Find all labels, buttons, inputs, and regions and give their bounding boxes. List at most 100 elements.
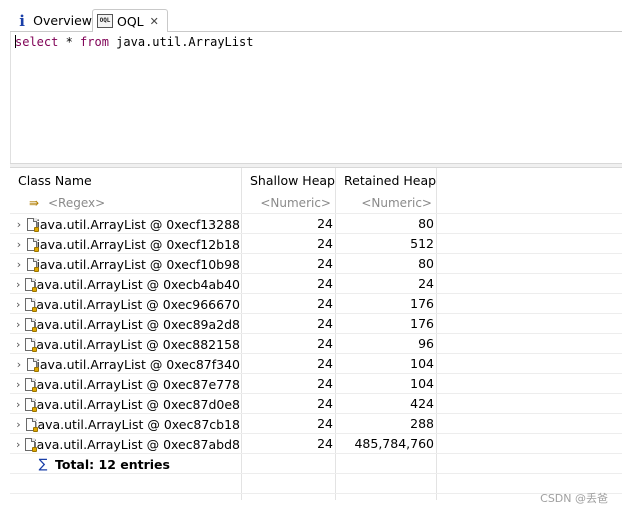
retained-heap-cell: 104 <box>410 356 434 371</box>
retained-heap-cell: 24 <box>418 276 434 291</box>
empty-row <box>10 473 622 493</box>
class-name-cell: java.util.ArrayList @ 0xecf10b98 <box>36 256 240 272</box>
class-name-cell: java.util.ArrayList @ 0xecf13288 <box>36 216 240 232</box>
expand-chevron-icon[interactable]: › <box>16 415 21 434</box>
shallow-heap-cell: 24 <box>317 256 333 271</box>
table-row[interactable]: › java.util.ArrayList @ 0xec87f340 24 104 <box>10 353 622 373</box>
expand-chevron-icon[interactable]: › <box>16 375 20 394</box>
shallow-heap-cell: 24 <box>317 396 333 411</box>
expand-chevron-icon[interactable]: › <box>16 335 20 354</box>
object-instance-icon <box>25 417 38 432</box>
object-instance-icon <box>26 217 39 232</box>
object-instance-icon <box>24 377 38 392</box>
shallow-heap-cell: 24 <box>317 436 333 451</box>
tab-oql-label: OQL <box>117 13 144 29</box>
retained-heap-cell: 424 <box>410 396 434 411</box>
query-fragment: * <box>58 35 81 49</box>
expand-chevron-icon[interactable]: › <box>16 235 22 254</box>
class-name-cell: java.util.ArrayList @ 0xec966670 <box>32 296 240 312</box>
sum-icon: ∑ <box>38 456 48 472</box>
column-header-class-name[interactable]: Class Name <box>18 168 92 193</box>
expand-chevron-icon[interactable]: › <box>16 275 20 294</box>
shallow-heap-cell: 24 <box>317 416 333 431</box>
total-label: Total: 12 entries <box>55 456 170 472</box>
expand-chevron-icon[interactable]: › <box>16 215 22 234</box>
table-row[interactable]: › java.util.ArrayList @ 0xec87cb18 24 288 <box>10 413 622 433</box>
watermark: CSDN @丢爸 <box>540 492 608 505</box>
table-row[interactable]: › java.util.ArrayList @ 0xec882158 24 96 <box>10 333 622 353</box>
class-name-cell: java.util.ArrayList @ 0xec87abd8 <box>33 436 240 452</box>
expand-chevron-icon[interactable]: › <box>16 295 20 314</box>
retained-heap-cell: 80 <box>418 216 434 231</box>
shallow-heap-cell: 24 <box>317 336 333 351</box>
object-instance-icon <box>24 397 38 412</box>
retained-heap-cell: 80 <box>418 256 434 271</box>
class-name-cell: java.util.ArrayList @ 0xec87d0e8 <box>33 396 240 412</box>
table-row[interactable]: › java.util.ArrayList @ 0xec87d0e8 24 424 <box>10 393 622 413</box>
tab-overview-label: Overview <box>33 13 92 28</box>
filter-row-class-name[interactable]: ⇛ <Regex> <box>10 193 240 213</box>
column-header-retained-heap[interactable]: Retained Heap <box>344 168 436 193</box>
regex-filter-icon: ⇛ <box>28 196 40 210</box>
table-row[interactable]: › java.util.ArrayList @ 0xecb4ab40 24 24 <box>10 273 622 293</box>
class-name-cell: java.util.ArrayList @ 0xec882158 <box>32 336 240 352</box>
keyword-select: select <box>15 35 59 49</box>
class-name-cell: java.util.ArrayList @ 0xec89a2d8 <box>33 316 240 332</box>
object-instance-icon <box>26 357 39 372</box>
numeric-filter-retained[interactable]: <Numeric> <box>336 193 432 213</box>
retained-heap-cell: 176 <box>410 316 434 331</box>
oql-query-editor[interactable]: select * from java.util.ArrayList <box>10 32 622 163</box>
table-row[interactable]: › java.util.ArrayList @ 0xec87e778 24 104 <box>10 373 622 393</box>
shallow-heap-cell: 24 <box>317 276 333 291</box>
shallow-heap-cell: 24 <box>317 236 333 251</box>
expand-chevron-icon[interactable]: › <box>16 435 20 454</box>
table-row[interactable]: › java.util.ArrayList @ 0xec89a2d8 24 176 <box>10 313 622 333</box>
class-name-cell: java.util.ArrayList @ 0xec87e778 <box>33 376 240 392</box>
class-name-cell: java.util.ArrayList @ 0xecf12b18 <box>36 236 240 252</box>
retained-heap-cell: 96 <box>418 336 434 351</box>
table-row[interactable]: › java.util.ArrayList @ 0xecf13288 24 80 <box>10 213 622 233</box>
table-row[interactable]: › java.util.ArrayList @ 0xec966670 24 176 <box>10 293 622 313</box>
shallow-heap-cell: 24 <box>317 376 333 391</box>
column-header-shallow-heap[interactable]: Shallow Heap <box>250 168 335 193</box>
table-row[interactable]: › java.util.ArrayList @ 0xec87abd8 24 485,7… <box>10 433 622 453</box>
oql-icon: OQL <box>97 14 113 28</box>
query-class: java.util.ArrayList <box>108 35 254 49</box>
tab-overview[interactable]: i Overview <box>12 9 92 32</box>
regex-filter-input[interactable]: <Regex> <box>48 193 105 213</box>
class-name-cell: java.util.ArrayList @ 0xec87f340 <box>36 356 240 372</box>
query-text[interactable]: select * from java.util.ArrayList <box>15 35 253 49</box>
shallow-heap-cell: 24 <box>317 356 333 371</box>
table-row[interactable]: › java.util.ArrayList @ 0xecf10b98 24 80 <box>10 253 622 273</box>
object-instance-icon <box>24 277 38 292</box>
expand-chevron-icon[interactable]: › <box>16 395 20 414</box>
table-row[interactable]: › java.util.ArrayList @ 0xecf12b18 24 512 <box>10 233 622 253</box>
expand-chevron-icon[interactable]: › <box>16 355 22 374</box>
numeric-filter-shallow[interactable]: <Numeric> <box>242 193 331 213</box>
results-table: Class Name Shallow Heap Retained Heap ⇛ … <box>10 168 622 514</box>
tab-oql[interactable]: OQL OQL ✕ <box>92 9 168 32</box>
keyword-from: from <box>80 35 109 49</box>
total-row: ∑ Total: 12 entries <box>10 453 622 473</box>
info-icon: i <box>19 11 25 30</box>
shallow-heap-cell: 24 <box>317 316 333 331</box>
retained-heap-cell: 288 <box>410 416 434 431</box>
object-instance-icon <box>24 297 38 312</box>
expand-chevron-icon[interactable]: › <box>16 315 20 334</box>
editor-tab-bar: i Overview OQL OQL ✕ <box>0 0 622 32</box>
object-instance-icon <box>24 337 38 352</box>
close-icon[interactable]: ✕ <box>150 15 159 28</box>
class-name-cell: java.util.ArrayList @ 0xecb4ab40 <box>33 276 240 292</box>
object-instance-icon <box>24 317 38 332</box>
retained-heap-cell: 176 <box>410 296 434 311</box>
class-name-cell: java.util.ArrayList @ 0xec87cb18 <box>33 416 240 432</box>
shallow-heap-cell: 24 <box>317 216 333 231</box>
object-instance-icon <box>24 437 38 452</box>
expand-chevron-icon[interactable]: › <box>16 255 22 274</box>
empty-row <box>10 493 622 513</box>
retained-heap-cell: 104 <box>410 376 434 391</box>
object-instance-icon <box>26 237 39 252</box>
shallow-heap-cell: 24 <box>317 296 333 311</box>
object-instance-icon <box>26 257 39 272</box>
retained-heap-cell: 512 <box>410 236 434 251</box>
